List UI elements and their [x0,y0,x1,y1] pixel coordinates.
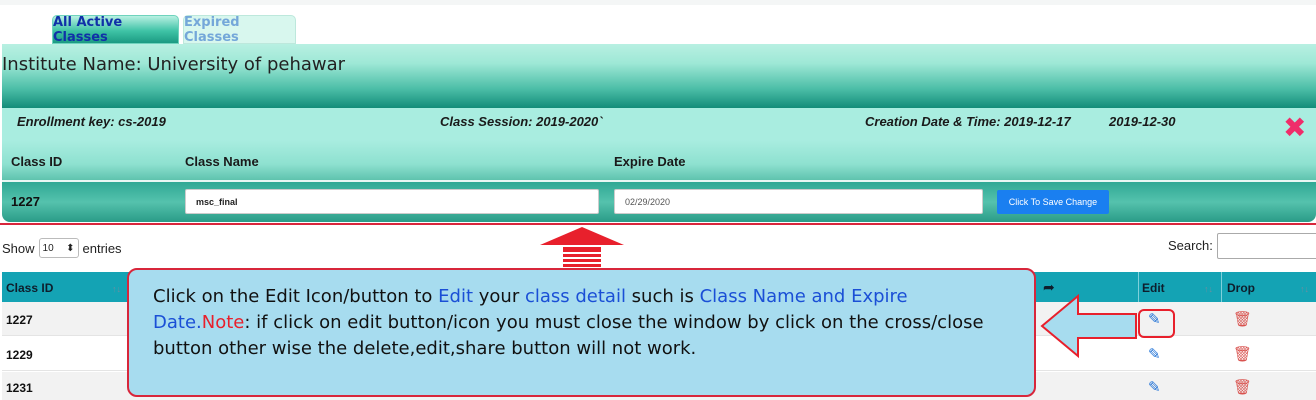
class-session: Class Session: 2019-2020` [440,114,603,129]
show-entries: Show 10 ⬍ entries [2,238,122,258]
column-separator [1138,272,1139,302]
show-label: Show [2,240,35,256]
callout-class-detail: class detail [524,286,626,307]
save-change-button[interactable]: Click To Save Change [997,190,1109,214]
header-drop[interactable]: Drop [1227,281,1255,295]
header-edit[interactable]: Edit [1142,281,1165,295]
arrow-bar [563,264,601,267]
panel-class-id: 1227 [11,194,40,209]
search-label: Search: [1168,238,1213,253]
class-detail-panel: Institute Name: University of pehawar En… [2,44,1316,222]
entries-label: entries [82,240,122,256]
expire-date-input[interactable] [614,189,983,214]
arrow-bar [563,247,601,252]
sort-icon[interactable]: ↑↓ [112,284,121,294]
close-x-icon[interactable]: ✖ [1283,114,1306,142]
red-divider [0,223,1316,225]
top-strip [0,0,1316,5]
enrollment-key: Enrollment key: cs-2019 [17,114,166,129]
callout-text: such is [625,286,700,307]
entries-value: 10 [42,242,54,254]
institute-title: Institute Name: University of pehawar [2,54,346,75]
updown-icon: ⬍ [66,242,75,254]
callout-text: Click on the Edit Icon/button to [153,286,439,307]
callout-text: : if click on edit button/icon you must … [153,312,984,359]
callout-note: Note [201,312,245,333]
up-arrow-icon [540,227,624,245]
arrow-bar [563,254,601,257]
panel-header-class-name: Class Name [185,154,259,169]
left-pointer-arrow-icon [1040,293,1137,359]
trash-icon[interactable]: 🗑 [1233,378,1252,396]
panel-header-expire-date: Expire Date [614,154,686,169]
row-class-id: 1231 [6,381,33,395]
class-name-input[interactable] [185,189,599,214]
pencil-icon[interactable]: ✎ [1148,345,1161,363]
search-input[interactable] [1217,233,1316,259]
arrow-bar [563,259,601,262]
trash-icon[interactable]: 🗑 [1233,345,1252,363]
entries-select[interactable]: 10 ⬍ [38,238,79,258]
instruction-callout: Click on the Edit Icon/button to Edit yo… [127,268,1036,397]
sort-icon[interactable]: ↑↓ [1300,284,1309,294]
creation-expiry: 2019-12-30 [1109,114,1176,129]
tab-all-active-classes[interactable]: All Active Classes [52,15,179,45]
row-class-id: 1229 [6,348,33,362]
tab-expired-classes[interactable]: Expired Classes [183,15,296,45]
trash-icon[interactable]: 🗑 [1233,310,1252,328]
panel-header-class-id: Class ID [11,154,63,169]
pencil-icon[interactable]: ✎ [1148,378,1161,396]
column-separator [1221,272,1222,302]
header-class-id[interactable]: Class ID [6,281,53,295]
edit-highlight-box [1138,309,1175,338]
sort-icon[interactable]: ↑↓ [1204,284,1213,294]
callout-edit: Edit [438,286,474,307]
creation-date: Creation Date & Time: 2019-12-17 [865,114,1071,129]
row-class-id: 1227 [6,313,33,327]
callout-text: your [473,286,525,307]
